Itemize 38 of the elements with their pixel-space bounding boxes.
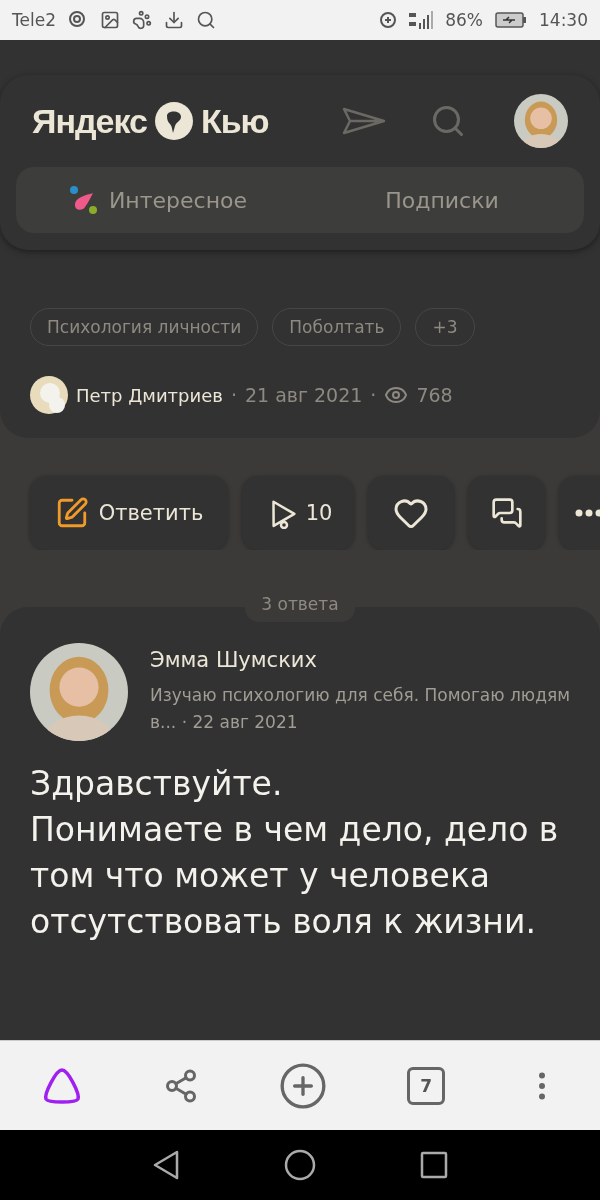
logo-text: Кью xyxy=(200,101,269,141)
clock-time: 14:30 xyxy=(539,10,588,30)
feed-logo-icon xyxy=(68,185,99,215)
feed-tab[interactable]: Подписки xyxy=(300,167,584,233)
comments-button[interactable] xyxy=(468,476,545,550)
logo-icon xyxy=(154,102,193,140)
image-icon xyxy=(99,10,120,30)
author-name[interactable]: Петр Дмитриев xyxy=(76,384,223,406)
view-count: 768 xyxy=(416,384,453,406)
feed-tab[interactable]: Интересное xyxy=(16,167,300,233)
home-icon[interactable] xyxy=(284,1149,316,1181)
avatar xyxy=(514,94,568,148)
separator-dot: · xyxy=(370,384,377,406)
comments-icon xyxy=(490,497,523,529)
logo-text: Яндекс xyxy=(32,101,147,141)
data-saver-icon xyxy=(379,11,398,29)
signal-icon xyxy=(409,11,434,29)
hotspot-icon xyxy=(67,10,88,30)
like-button[interactable] xyxy=(368,476,454,550)
answer-text: Здравствуйте. xyxy=(30,763,284,805)
reply-button[interactable]: Ответить xyxy=(30,476,228,550)
download-icon xyxy=(163,10,184,30)
search-icon xyxy=(195,10,216,30)
upvote-button[interactable]: 10 xyxy=(242,476,354,550)
separator-dot: · xyxy=(230,384,237,406)
tabs-counter[interactable]: 7 xyxy=(407,1066,446,1105)
author-avatar xyxy=(30,376,68,414)
carrier-name: Tele2 xyxy=(12,10,56,30)
battery-percent: 86% xyxy=(445,10,483,30)
back-icon[interactable] xyxy=(152,1150,180,1180)
recents-icon[interactable] xyxy=(420,1151,448,1179)
answer-text: Понимаете в чем дело, дело в том что может у человека отсутствовать воля к жизни. xyxy=(30,809,560,943)
post-date: 21 авг 2021 xyxy=(244,384,363,406)
author-bio: Изучаю психологию для себя. Помогаю людям в... · 22 авг 2021 xyxy=(150,684,570,734)
more-icon xyxy=(575,509,600,517)
author-name[interactable]: Эмма Шумских xyxy=(150,648,570,672)
paw-icon xyxy=(131,10,152,30)
battery-icon xyxy=(495,12,527,28)
